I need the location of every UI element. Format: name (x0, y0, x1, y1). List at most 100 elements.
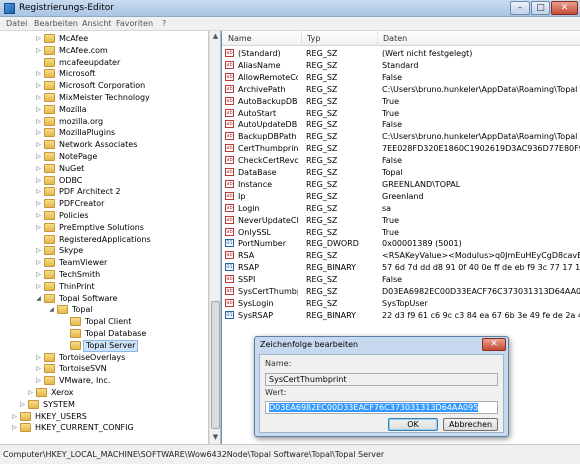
value-row[interactable]: ab AutoBackupDB REG_SZ True (222, 96, 580, 107)
value-row[interactable]: ab CheckCertRevoc... REG_SZ False (222, 155, 580, 166)
tree-item[interactable]: ▷ MozillaPlugins (0, 127, 208, 139)
expand-icon[interactable]: ▷ (35, 94, 42, 101)
expand-icon[interactable]: ▷ (35, 177, 42, 184)
value-row[interactable]: ab SysLogin REG_SZ SysTopUser (222, 298, 580, 309)
tree-item[interactable]: RegisteredApplications (0, 234, 208, 246)
tree-item[interactable]: ▷ NotePage (0, 151, 208, 163)
minimize-button[interactable]: – (510, 1, 530, 15)
value-row[interactable]: ab SysCertThumbp... REG_SZ D03EA6982EC00D33… (222, 286, 580, 297)
expand-icon[interactable]: ▷ (35, 129, 42, 136)
expand-icon[interactable]: ◢ (35, 295, 42, 302)
value-row[interactable]: ab NeverUpdateCli... REG_SZ True (222, 215, 580, 226)
value-row[interactable]: ab BackupDBPath REG_SZ C:\Users\bruno.hunke… (222, 131, 580, 142)
tree-item[interactable]: ▷ PreEmptive Solutions (0, 222, 208, 234)
tree-item[interactable]: Topal Server (0, 339, 208, 352)
menu-favoriten[interactable]: Favoriten (116, 19, 153, 28)
tree-item[interactable]: mcafeeupdater (0, 57, 208, 69)
value-row[interactable]: ab OnlySSL REG_SZ True (222, 227, 580, 238)
tree-item[interactable]: ▷ TechSmith (0, 269, 208, 281)
ok-button[interactable]: OK (388, 418, 438, 431)
column-data[interactable]: Daten (383, 34, 407, 43)
tree-item[interactable]: ▷ HKEY_CURRENT_CONFIG (0, 422, 208, 434)
tree-item[interactable]: ▷ TortoiseOverlays (0, 352, 208, 364)
tree-item[interactable]: ▷ Mozilla (0, 104, 208, 116)
expand-icon[interactable]: ▷ (35, 165, 42, 172)
tree-item[interactable]: ▷ Xerox (0, 387, 208, 399)
expand-icon[interactable] (61, 330, 68, 337)
value-row[interactable]: ab CertThumbprint REG_SZ 7EE028FD320E1860C1… (222, 143, 580, 154)
tree-item[interactable]: ▷ ODBC (0, 175, 208, 187)
menu-ansicht[interactable]: Ansicht (82, 19, 112, 28)
expand-icon[interactable]: ▷ (35, 106, 42, 113)
tree-item[interactable]: ▷ SYSTEM (0, 399, 208, 411)
value-row[interactable]: ab AliasName REG_SZ Standard (222, 60, 580, 71)
expand-icon[interactable]: ▷ (11, 413, 18, 420)
tree-item[interactable]: ▷ ThinPrint (0, 281, 208, 293)
expand-icon[interactable] (61, 318, 68, 325)
tree-item[interactable]: Topal Database (0, 328, 208, 340)
value-input[interactable]: D03EA6982EC00D33EACF76C373031313D64AA095 (265, 401, 498, 414)
expand-icon[interactable]: ▷ (35, 271, 42, 278)
expand-icon[interactable]: ▷ (35, 153, 42, 160)
tree-item[interactable]: ▷ HKEY_USERS (0, 411, 208, 423)
maximize-button[interactable]: □ (531, 1, 550, 15)
expand-icon[interactable]: ▷ (35, 141, 42, 148)
value-row[interactable]: ab Ip REG_SZ Greenland (222, 191, 580, 202)
tree-item[interactable]: ▷ NuGet (0, 163, 208, 175)
tree-item[interactable]: ▷ Policies (0, 210, 208, 222)
tree-item[interactable]: ▷ Network Associates (0, 139, 208, 151)
dialog-close-button[interactable]: ✕ (482, 338, 506, 351)
tree-item[interactable]: ◢ Topal (0, 304, 208, 316)
value-row[interactable]: ab ArchivePath REG_SZ C:\Users\bruno.hunkel… (222, 84, 580, 95)
expand-icon[interactable] (35, 59, 42, 66)
close-button[interactable]: ✕ (551, 1, 578, 15)
expand-icon[interactable] (35, 236, 42, 243)
expand-icon[interactable]: ▷ (35, 377, 42, 384)
value-row[interactable]: ab SSPI REG_SZ False (222, 274, 580, 285)
tree-item[interactable]: ▷ McAfee.com (0, 45, 208, 57)
scroll-up-icon[interactable]: ▲ (211, 32, 220, 41)
expand-icon[interactable]: ▷ (35, 259, 42, 266)
tree-item[interactable]: ▷ Microsoft Corporation (0, 80, 208, 92)
value-row[interactable]: 01 RSAP REG_BINARY 57 6d 7d dd d8 91 0f 40 … (222, 262, 580, 273)
tree-item[interactable]: ▷ Skype (0, 245, 208, 257)
cancel-button[interactable]: Abbrechen (443, 418, 498, 431)
tree-item[interactable]: ▷ mozilla.org (0, 116, 208, 128)
tree-item[interactable]: ▷ PDF Architect 2 (0, 186, 208, 198)
tree-item[interactable]: ▷ McAfee (0, 33, 208, 45)
expand-icon[interactable]: ▷ (35, 365, 42, 372)
menu-bearbeiten[interactable]: Bearbeiten (34, 19, 78, 28)
value-row[interactable]: ab RSA REG_SZ <RSAKeyValue><Modulus>q0JmEuH… (222, 250, 580, 261)
tree-item[interactable]: Topal Client (0, 316, 208, 328)
tree-item[interactable]: ▷ VMware, Inc. (0, 375, 208, 387)
expand-icon[interactable]: ▷ (35, 354, 42, 361)
expand-icon[interactable]: ▷ (35, 188, 42, 195)
menu-help[interactable]: ? (162, 19, 166, 28)
value-row[interactable]: 01 PortNumber REG_DWORD 0x00001389 (5001) (222, 238, 580, 249)
column-name[interactable]: Name (228, 34, 252, 43)
scroll-thumb[interactable] (211, 301, 220, 429)
expand-icon[interactable]: ▷ (35, 70, 42, 77)
expand-icon[interactable]: ▷ (35, 224, 42, 231)
tree-item[interactable]: ▷ TortoiseSVN (0, 363, 208, 375)
value-row[interactable]: ab (Standard) REG_SZ (Wert nicht festgelegt… (222, 48, 580, 59)
tree-item[interactable]: ▷ TeamViewer (0, 257, 208, 269)
menu-datei[interactable]: Datei (6, 19, 27, 28)
value-row[interactable]: ab AllowRemoteCo... REG_SZ False (222, 72, 580, 83)
expand-icon[interactable]: ▷ (27, 389, 34, 396)
column-type[interactable]: Typ (307, 34, 320, 43)
value-row[interactable]: 01 SysRSAP REG_BINARY 22 d3 f9 61 c6 9c c3 … (222, 310, 580, 321)
tree-item[interactable]: ▷ PDFCreator (0, 198, 208, 210)
value-row[interactable]: ab AutoUpdateDB REG_SZ False (222, 119, 580, 130)
tree-item[interactable]: ◢ Topal Software (0, 293, 208, 305)
expand-icon[interactable]: ▷ (35, 283, 42, 290)
scroll-down-icon[interactable]: ▼ (211, 433, 220, 442)
expand-icon[interactable]: ▷ (35, 35, 42, 42)
expand-icon[interactable]: ▷ (35, 47, 42, 54)
value-row[interactable]: ab Instance REG_SZ GREENLAND\TOPAL (222, 179, 580, 190)
value-row[interactable]: ab AutoStart REG_SZ True (222, 108, 580, 119)
tree-item[interactable]: ▷ Microsoft (0, 68, 208, 80)
expand-icon[interactable] (61, 342, 68, 349)
expand-icon[interactable]: ◢ (48, 306, 55, 313)
expand-icon[interactable]: ▷ (35, 212, 42, 219)
